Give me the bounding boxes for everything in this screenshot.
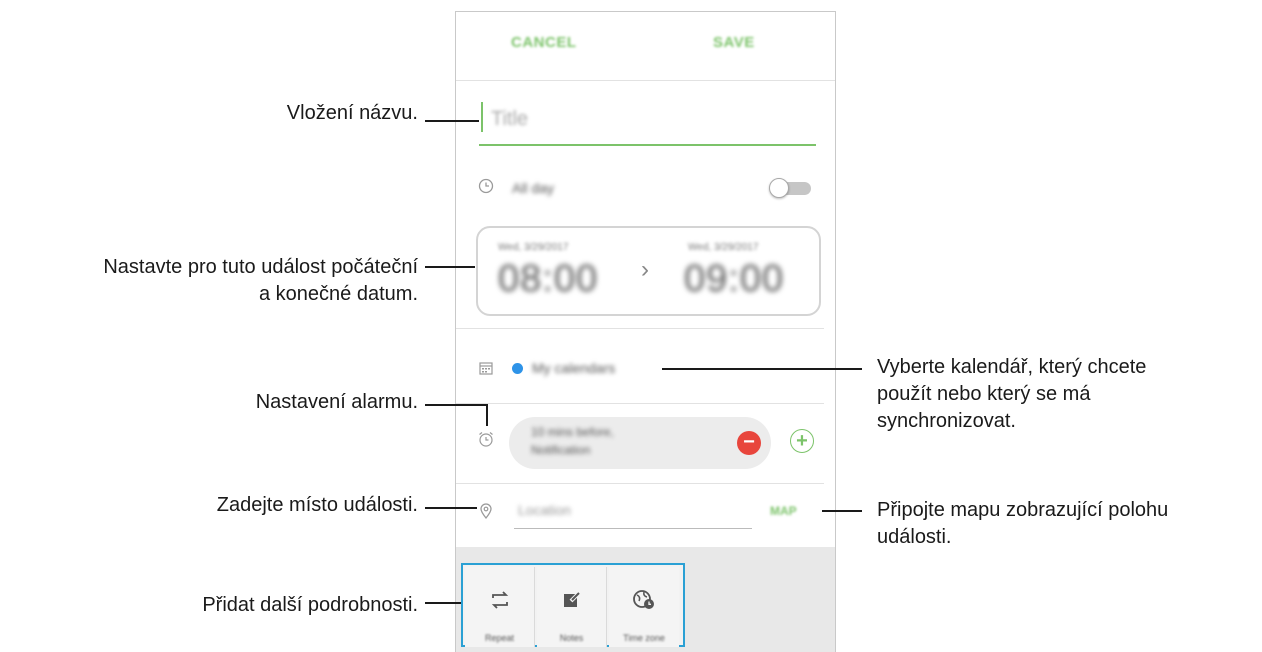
calendar-icon <box>476 360 496 380</box>
alarm-value-line1: 10 mins before, <box>531 425 614 439</box>
callout-calendar-line3: synchronizovat. <box>877 410 1016 432</box>
callout-dates-line1: Nastavte pro tuto událost počáteční <box>103 256 418 278</box>
notes-option[interactable]: Notes <box>537 567 607 647</box>
time-zone-icon <box>609 589 679 617</box>
location-pin-icon <box>476 502 496 524</box>
callout-line-dates <box>425 266 475 268</box>
alarm-setting[interactable]: 10 mins before, Notification − <box>509 417 771 469</box>
time-zone-label: Time zone <box>623 633 665 643</box>
callout-line-alarm-vertical <box>486 404 488 426</box>
repeat-label: Repeat <box>484 633 515 643</box>
callout-map-line2: události. <box>877 526 952 548</box>
title-placeholder: Title <box>491 108 529 130</box>
calendar-color-dot <box>512 363 523 374</box>
save-button[interactable]: SAVE <box>713 34 755 51</box>
end-time[interactable]: 09:00 <box>684 258 784 301</box>
cancel-button[interactable]: CANCEL <box>511 34 577 51</box>
callout-line-alarm <box>425 404 487 406</box>
callout-line-calendar <box>662 368 862 370</box>
divider <box>456 483 824 484</box>
add-details-panel: Repeat Notes Time zone <box>461 563 685 647</box>
event-editor-screen: CANCEL SAVE Title All day Wed, 3/29/2017… <box>455 11 836 652</box>
repeat-icon <box>465 589 534 617</box>
callout-map-line1: Připojte mapu zobrazující polohu <box>877 499 1169 521</box>
toggle-knob <box>769 178 789 198</box>
time-zone-option[interactable]: Time zone <box>609 567 679 647</box>
callout-line-map <box>822 510 862 512</box>
remove-alarm-button[interactable]: − <box>737 431 761 455</box>
alarm-value-line2: Notification <box>531 443 591 457</box>
text-cursor <box>481 102 483 132</box>
chevron-right-icon: › <box>641 256 649 283</box>
clock-icon <box>476 178 496 198</box>
callout-location: Zadejte místo události. <box>216 494 418 516</box>
add-alarm-button[interactable]: + <box>790 429 814 453</box>
location-input[interactable]: Location <box>518 502 571 518</box>
calendar-selector[interactable]: My calendars <box>532 360 615 376</box>
start-date[interactable]: Wed, 3/29/2017 <box>498 242 568 253</box>
callout-dates-line2: a konečné datum. <box>259 283 418 305</box>
callout-line-details <box>425 602 461 604</box>
repeat-option[interactable]: Repeat <box>465 567 535 647</box>
title-input[interactable]: Title <box>479 96 816 146</box>
start-time[interactable]: 08:00 <box>498 258 598 301</box>
end-date[interactable]: Wed, 3/29/2017 <box>688 242 758 253</box>
notes-icon <box>537 589 606 617</box>
map-button[interactable]: MAP <box>770 504 797 518</box>
all-day-toggle[interactable] <box>769 178 811 198</box>
callout-calendar-line2: použít nebo který se má <box>877 383 1091 405</box>
top-bar: CANCEL SAVE <box>456 12 835 81</box>
all-day-label: All day <box>512 180 555 196</box>
callout-calendar-line1: Vyberte kalendář, který chcete <box>877 356 1147 378</box>
divider <box>456 328 824 329</box>
callout-line-location <box>425 507 477 509</box>
callout-details: Přidat další podrobnosti. <box>202 594 418 616</box>
callout-alarm: Nastavení alarmu. <box>255 391 418 413</box>
alarm-clock-icon <box>476 430 496 452</box>
callout-title: Vložení názvu. <box>286 102 418 124</box>
divider <box>456 403 824 404</box>
date-range-picker[interactable]: Wed, 3/29/2017 08:00 › Wed, 3/29/2017 09… <box>476 226 821 316</box>
location-underline <box>514 528 752 529</box>
callout-line-title <box>425 120 479 122</box>
notes-label: Notes <box>559 633 584 643</box>
